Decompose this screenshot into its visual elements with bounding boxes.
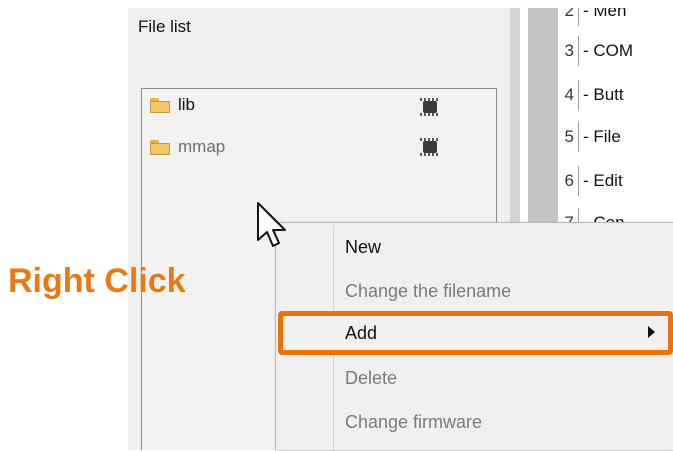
line-number: 4	[564, 85, 574, 104]
right-click-annotation: Right Click	[8, 262, 186, 300]
line-number: 5	[564, 127, 574, 146]
editor-line: 3 - COM	[558, 36, 633, 66]
line-text: - COM	[583, 41, 634, 60]
tree-item-lib[interactable]: lib	[150, 95, 195, 115]
line-number: 3	[564, 41, 574, 60]
menu-item-change-firmware[interactable]: Change firmware	[345, 400, 482, 444]
line-number: 6	[564, 171, 574, 190]
line-number: 2	[564, 8, 574, 20]
tree-item-mmap[interactable]: mmap	[150, 137, 225, 157]
menu-item-add[interactable]: Add	[345, 311, 377, 355]
menu-item-change-filename[interactable]: Change the filename	[345, 269, 511, 313]
submenu-arrow-icon	[648, 326, 655, 338]
file-list-label: File list	[138, 17, 191, 36]
line-text: - Edit	[583, 171, 623, 190]
chip-icon	[420, 138, 440, 156]
editor-line: 6 - Edit	[558, 166, 623, 196]
line-text: - Men	[583, 8, 627, 20]
line-text: - Butt	[583, 85, 624, 104]
editor-line: 2 - Men	[558, 8, 626, 26]
chip-icon	[420, 98, 440, 116]
folder-icon	[150, 139, 170, 155]
tree-item-label: lib	[178, 95, 196, 114]
folder-icon	[150, 97, 170, 113]
add-highlight-box	[278, 311, 673, 355]
menu-item-new[interactable]: New	[345, 225, 381, 269]
tree-item-label: mmap	[178, 137, 226, 156]
menu-item-delete[interactable]: Delete	[345, 356, 397, 400]
cursor-icon	[257, 202, 286, 247]
editor-line: 4 - Butt	[558, 80, 624, 110]
line-text: - File	[583, 127, 621, 146]
editor-line: 5 - File	[558, 122, 621, 152]
